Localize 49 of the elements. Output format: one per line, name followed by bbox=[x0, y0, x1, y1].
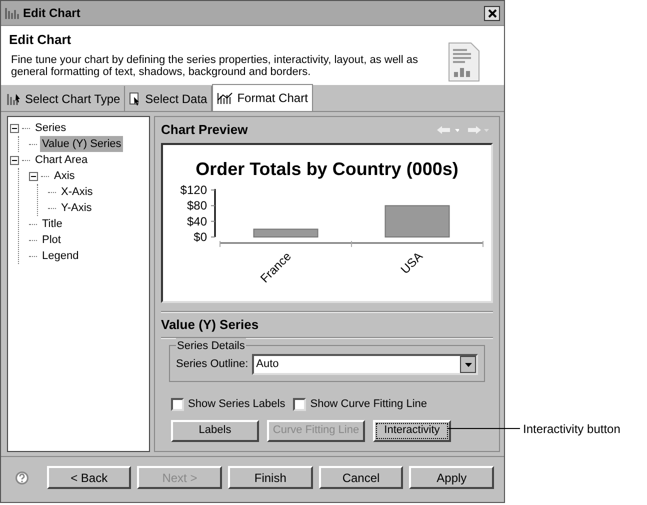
y-tick-label: $80 bbox=[186, 198, 207, 213]
chart-title: Order Totals by Country (000s) bbox=[196, 159, 458, 179]
close-icon bbox=[488, 8, 496, 18]
window-title: Edit Chart bbox=[23, 5, 80, 22]
bar-chart-icon bbox=[7, 92, 21, 106]
tree-item[interactable]: Chart Area bbox=[33, 152, 90, 168]
tab[interactable]: Format Chart bbox=[212, 84, 313, 111]
checkbox[interactable] bbox=[293, 398, 306, 411]
dialog-button[interactable]: < Back bbox=[46, 466, 132, 489]
help-icon[interactable] bbox=[15, 470, 29, 484]
tree-item[interactable]: Series bbox=[33, 120, 68, 136]
y-tick-label: $0 bbox=[194, 230, 207, 244]
callout-label: Interactivity button bbox=[523, 421, 620, 438]
tree-item[interactable]: Axis bbox=[52, 168, 77, 184]
checkbox-label: Show Curve Fitting Line bbox=[310, 397, 428, 412]
bar bbox=[253, 228, 318, 238]
y-tick-label: $120 bbox=[180, 183, 207, 197]
checkbox[interactable] bbox=[171, 398, 184, 411]
x-tick-label: USA bbox=[398, 249, 426, 277]
bar bbox=[384, 205, 450, 238]
tree-item[interactable]: X-Axis bbox=[59, 184, 95, 200]
collapse-icon[interactable] bbox=[10, 124, 19, 132]
tree-item[interactable]: Title bbox=[40, 216, 64, 232]
tree-item[interactable]: Y-Axis bbox=[59, 200, 94, 216]
collapse-icon[interactable] bbox=[10, 156, 19, 164]
tree-item[interactable]: Legend bbox=[40, 248, 81, 264]
tree-item[interactable]: Plot bbox=[40, 232, 63, 248]
y-tick-label: $40 bbox=[186, 214, 207, 228]
dialog-button[interactable]: Finish bbox=[228, 466, 313, 489]
data-sheet-icon bbox=[129, 92, 142, 106]
section-title: Chart Preview bbox=[161, 121, 248, 140]
collapse-icon[interactable] bbox=[29, 172, 38, 180]
field-label: Series Outline: bbox=[176, 357, 248, 372]
dialog-button[interactable]: Apply bbox=[409, 466, 494, 489]
chart-document-icon bbox=[448, 42, 480, 82]
checkbox-label: Show Series Labels bbox=[188, 397, 286, 412]
series-outline-dropdown[interactable]: Auto bbox=[252, 354, 478, 375]
chart-icon bbox=[217, 91, 234, 105]
y-axis bbox=[210, 189, 216, 238]
action-button[interactable]: Interactivity bbox=[373, 420, 451, 442]
dialog-button[interactable]: Cancel bbox=[318, 466, 404, 489]
dialog-heading: Edit Chart bbox=[9, 32, 72, 48]
section-title: Value (Y) Series bbox=[161, 316, 259, 334]
close-button[interactable] bbox=[484, 6, 500, 20]
caret-icon bbox=[464, 362, 472, 366]
chart-icon bbox=[5, 7, 19, 20]
tree-item[interactable]: Value (Y) Series bbox=[40, 136, 124, 152]
action-button[interactable]: Labels bbox=[171, 420, 259, 442]
dialog-description: Fine tune your chart by defining the series properties, interactivity, layout, as well as general formatting of text, shadows, background and borders. bbox=[11, 54, 419, 78]
